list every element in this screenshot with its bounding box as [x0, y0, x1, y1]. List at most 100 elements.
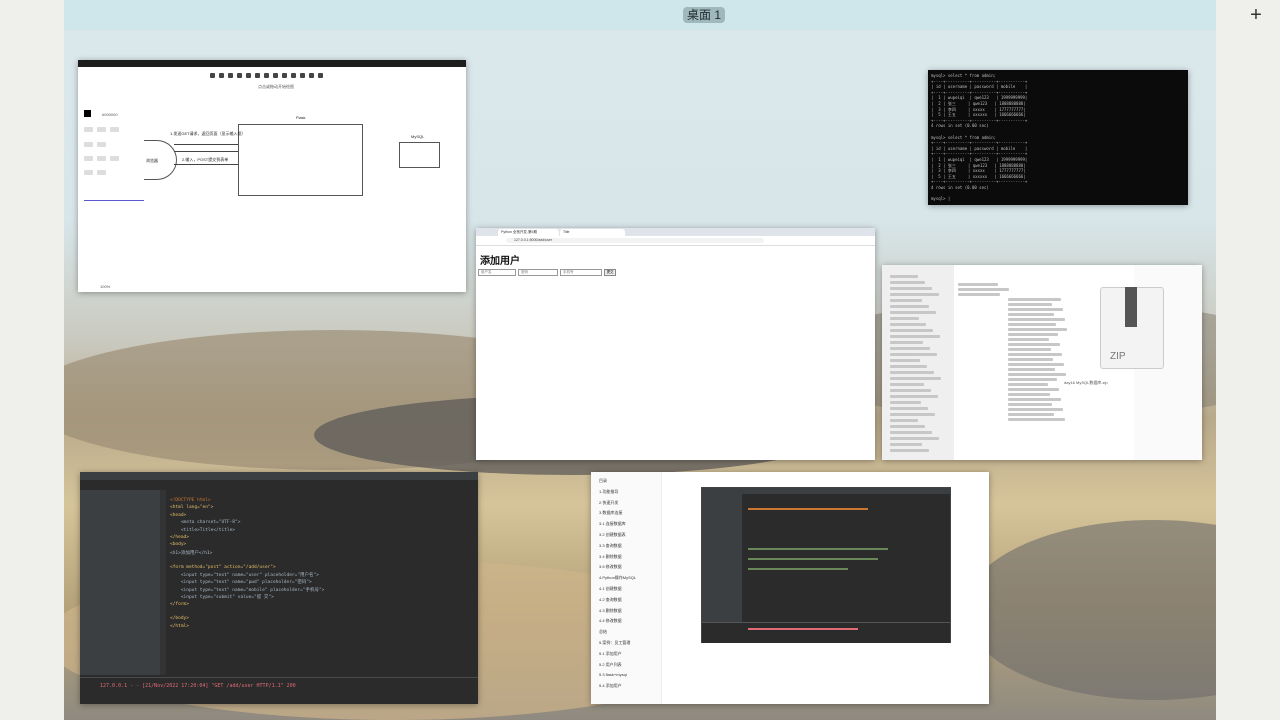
- url-field[interactable]: 127.0.0.1:5000/add/user: [506, 238, 764, 243]
- toc-item[interactable]: 5.案例：员工管理: [599, 640, 630, 646]
- file-row[interactable]: [1008, 338, 1049, 341]
- properties-panel[interactable]: #000000: [82, 72, 144, 242]
- add-desktop-button[interactable]: +: [1246, 4, 1266, 26]
- table-of-contents[interactable]: 目录 1.功能推导 2.快速开发 3.数据库连接 3.1 连接数据库 3.2 创建数据表 3…: [591, 472, 662, 704]
- file-row[interactable]: [1008, 403, 1052, 406]
- sidebar-item[interactable]: [890, 347, 930, 350]
- sidebar-item[interactable]: [890, 275, 918, 278]
- mobile-input[interactable]: 手机号: [560, 269, 602, 276]
- toc-item[interactable]: 4.2 查询数据: [599, 597, 622, 603]
- file-row[interactable]: [1008, 418, 1065, 421]
- sidebar-item[interactable]: [890, 437, 939, 440]
- toc-item[interactable]: 4.1 创建数据: [599, 586, 622, 592]
- sidebar-item[interactable]: [890, 407, 928, 410]
- file-row[interactable]: [1008, 298, 1061, 301]
- sidebar-item[interactable]: [890, 431, 932, 434]
- file-row[interactable]: [1008, 323, 1056, 326]
- ide-window[interactable]: 127.0.0.1 - - [21/Nov/2022 17:20:04] "GE…: [80, 472, 478, 704]
- sidebar-item[interactable]: [890, 359, 920, 362]
- file-row[interactable]: [1008, 413, 1054, 416]
- file-row[interactable]: [1008, 388, 1059, 391]
- sidebar-item[interactable]: [890, 443, 922, 446]
- toc-item[interactable]: 3.数据库连接: [599, 510, 622, 516]
- sidebar-item[interactable]: [890, 413, 935, 416]
- toc-item[interactable]: 1.功能推导: [599, 489, 618, 495]
- sidebar-item[interactable]: [890, 305, 929, 308]
- toc-item[interactable]: 目录: [599, 478, 607, 484]
- browser-window[interactable]: Python 全栈开发-第5期 Title 127.0.0.1:5000/add…: [476, 228, 875, 460]
- sidebar-item[interactable]: [890, 419, 918, 422]
- file-row[interactable]: [1008, 343, 1060, 346]
- sidebar-item[interactable]: [890, 371, 934, 374]
- file-row[interactable]: [1008, 333, 1058, 336]
- file-row[interactable]: [1008, 398, 1061, 401]
- toc-item[interactable]: 5.4 添加用户: [599, 683, 622, 689]
- toc-item[interactable]: 5.1 添加用户: [599, 651, 622, 657]
- file-row[interactable]: [1008, 363, 1064, 366]
- file-row[interactable]: [1008, 353, 1062, 356]
- file-row[interactable]: [1008, 348, 1051, 351]
- run-console[interactable]: [80, 677, 478, 704]
- desktop-1-thumb[interactable]: 桌面 1: [683, 7, 725, 23]
- excalidraw-window[interactable]: 点击或拖动开始绘图 #000000 浏览器 Flask MySQL 1.发送GE…: [78, 60, 466, 292]
- sidebar-item[interactable]: [890, 335, 940, 338]
- sidebar-item[interactable]: [890, 293, 939, 296]
- file-row[interactable]: [1008, 408, 1063, 411]
- sidebar-item[interactable]: [890, 401, 921, 404]
- file-row[interactable]: [1008, 328, 1067, 331]
- sidebar-item[interactable]: [890, 389, 931, 392]
- file-row[interactable]: [958, 293, 1000, 296]
- password-input[interactable]: 密码: [518, 269, 558, 276]
- sidebar-item[interactable]: [890, 365, 927, 368]
- sidebar-item[interactable]: [890, 281, 925, 284]
- toc-item[interactable]: 3.2 创建数据表: [599, 532, 626, 538]
- toc-item[interactable]: 3.3 查询数据: [599, 543, 622, 549]
- sidebar-item[interactable]: [890, 395, 938, 398]
- sidebar-item[interactable]: [890, 341, 923, 344]
- toc-item[interactable]: 4.Python操作MySQL: [599, 575, 636, 581]
- file-row[interactable]: [1008, 393, 1050, 396]
- file-row[interactable]: [1008, 368, 1055, 371]
- toc-item[interactable]: 4.3 删除数据: [599, 608, 622, 614]
- toc-item[interactable]: 5.3 flask+mysql: [599, 672, 627, 677]
- sidebar-item[interactable]: [890, 329, 933, 332]
- drawing-toolbar[interactable]: [210, 73, 336, 79]
- sidebar-item[interactable]: [890, 449, 929, 452]
- toc-item[interactable]: 3.1 连接数据库: [599, 521, 626, 527]
- finder-sidebar[interactable]: [882, 265, 954, 460]
- file-row[interactable]: [1008, 303, 1052, 306]
- file-row[interactable]: [1008, 373, 1066, 376]
- toc-item[interactable]: 3.4 删除数据: [599, 554, 622, 560]
- sidebar-item[interactable]: [890, 425, 925, 428]
- get-arrow[interactable]: [174, 144, 238, 145]
- file-row[interactable]: [1008, 378, 1057, 381]
- toc-item[interactable]: 2.快速开发: [599, 500, 618, 506]
- file-row[interactable]: [1008, 313, 1054, 316]
- submit-button[interactable]: 提交: [604, 269, 616, 276]
- sidebar-item[interactable]: [890, 299, 922, 302]
- sidebar-item[interactable]: [890, 323, 926, 326]
- toc-item[interactable]: 3.5 修改数据: [599, 564, 622, 570]
- finder-window[interactable]: ZIP day16 MySQL数据库.zip: [882, 265, 1202, 460]
- terminal-window[interactable]: mysql> select * from admin; +----+-------…: [928, 70, 1188, 205]
- sidebar-item[interactable]: [890, 317, 919, 320]
- return-arrow[interactable]: [174, 151, 238, 152]
- tab-course[interactable]: Python 全栈开发-第5期: [498, 229, 559, 236]
- sidebar-item[interactable]: [890, 311, 936, 314]
- file-row[interactable]: [1008, 318, 1065, 321]
- sidebar-item[interactable]: [890, 353, 937, 356]
- tab-title[interactable]: Title: [560, 229, 625, 236]
- toc-item[interactable]: 4.4 修改数据: [599, 618, 622, 624]
- file-row[interactable]: [1008, 358, 1053, 361]
- post-arrow[interactable]: [174, 164, 238, 165]
- username-input[interactable]: 用户名: [478, 269, 516, 276]
- sidebar-item[interactable]: [890, 377, 941, 380]
- zoom-level[interactable]: 100%: [100, 284, 110, 289]
- mysql-node[interactable]: [399, 142, 440, 168]
- file-row[interactable]: [1008, 308, 1063, 311]
- toc-item[interactable]: 总结: [599, 629, 607, 635]
- sidebar-item[interactable]: [890, 287, 932, 290]
- toc-item[interactable]: 5.2 用户列表: [599, 662, 622, 668]
- sidebar-item[interactable]: [890, 383, 924, 386]
- file-row[interactable]: [958, 288, 1009, 291]
